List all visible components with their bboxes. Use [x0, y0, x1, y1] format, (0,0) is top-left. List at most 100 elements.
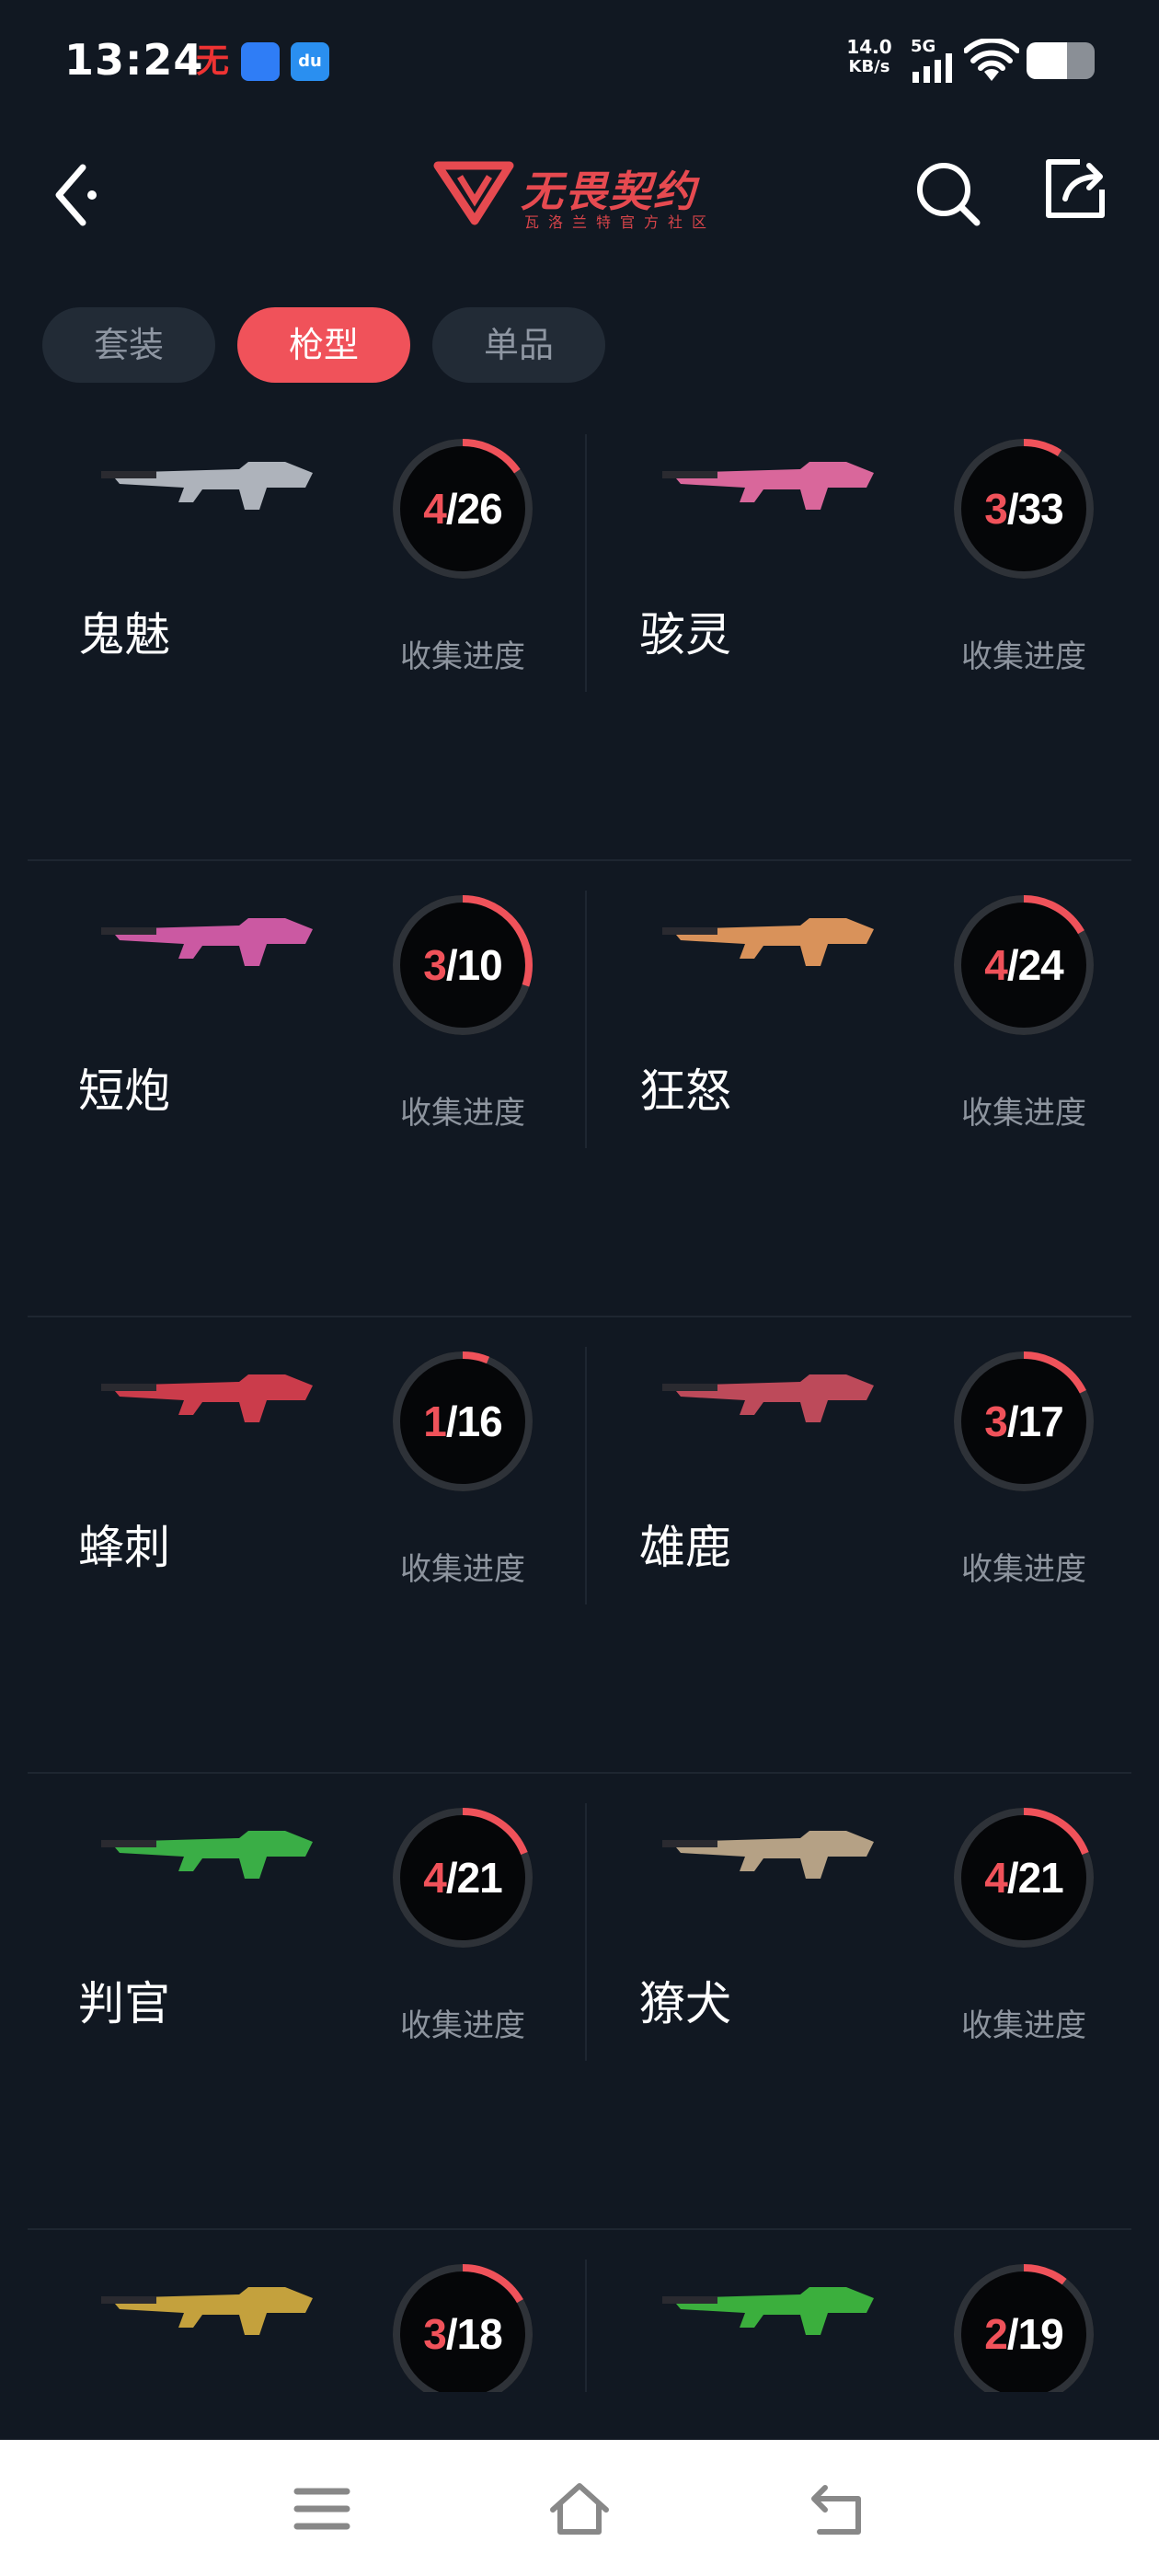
count-separator: / [1006, 1397, 1019, 1445]
menu-icon[interactable] [290, 2477, 354, 2541]
weapon-card[interactable]: 蜂刺 1/16 收集进度 [28, 1317, 570, 1722]
weapon-name: 狂怒 [639, 1064, 731, 1118]
game-app-icon: 无 [195, 42, 229, 80]
weapon-card[interactable]: 短炮 3/10 收集进度 [28, 861, 570, 1266]
count-separator: / [1006, 485, 1019, 533]
count-separator: / [445, 1397, 458, 1445]
weapon-card[interactable]: 2/19 [589, 2230, 1131, 2392]
collected-count: 4 [423, 485, 447, 533]
tab-suits[interactable]: 套装 [42, 307, 215, 383]
total-count: 21 [456, 1854, 503, 1902]
weapon-name: 短炮 [78, 1064, 170, 1118]
weapon-card[interactable]: 獠犬 4/21 收集进度 [589, 1774, 1131, 2179]
collected-count: 3 [423, 2310, 447, 2358]
weapon-card[interactable]: 判官 4/21 收集进度 [28, 1774, 570, 2179]
collected-count: 3 [423, 941, 447, 989]
net-speed: 14.0 KB/s [842, 37, 897, 77]
share-icon[interactable] [1043, 156, 1107, 221]
progress-label: 收集进度 [961, 2007, 1086, 2044]
progress-count: 3/18 [386, 2258, 539, 2392]
progress-label: 收集进度 [400, 2007, 525, 2044]
weapon-card[interactable]: 3/18 [28, 2230, 570, 2392]
collected-count: 3 [984, 485, 1008, 533]
message-app-icon [241, 42, 280, 81]
top-header: 无畏契约 瓦洛兰特官方社区 [0, 138, 1159, 248]
du-app-icon: du [291, 42, 329, 81]
back-return-icon[interactable] [805, 2477, 869, 2541]
logo-mark-icon [433, 161, 514, 225]
weapon-row: 3/18 2/19 [28, 2230, 1131, 2392]
system-nav-bar [0, 2440, 1159, 2576]
weapon-row: 判官 4/21 收集进度 獠犬 4/21 收集进度 [28, 1774, 1131, 2230]
home-icon[interactable] [547, 2477, 612, 2541]
weapon-name: 骇灵 [639, 608, 731, 661]
weapon-image [101, 462, 313, 510]
weapon-image [101, 918, 313, 966]
progress-label: 收集进度 [400, 1551, 525, 1588]
total-count: 26 [456, 485, 503, 533]
column-divider [585, 2260, 587, 2392]
tab-weapon-types[interactable]: 枪型 [237, 307, 410, 383]
collected-count: 3 [984, 1397, 1008, 1445]
total-count: 18 [456, 2310, 503, 2358]
weapon-card[interactable]: 骇灵 3/33 收集进度 [589, 405, 1131, 810]
weapon-row: 鬼魅 4/26 收集进度 骇灵 3/33 收集进度 [28, 405, 1131, 861]
column-divider [585, 891, 587, 1148]
battery-fill [1027, 42, 1068, 79]
tab-items[interactable]: 单品 [432, 307, 605, 383]
progress-count: 1/16 [386, 1345, 539, 1498]
total-count: 19 [1017, 2310, 1064, 2358]
battery-icon [1027, 42, 1095, 79]
total-count: 16 [456, 1397, 503, 1445]
weapon-image [662, 1374, 874, 1422]
count-separator: / [1006, 2310, 1019, 2358]
progress-label: 收集进度 [961, 638, 1086, 675]
logo-subtitle: 瓦洛兰特官方社区 [524, 213, 717, 231]
total-count: 21 [1017, 1854, 1064, 1902]
search-icon[interactable] [912, 158, 982, 228]
weapon-image [101, 1831, 313, 1879]
weapon-name: 雄鹿 [639, 1521, 731, 1574]
app-logo: 无畏契约 瓦洛兰特官方社区 [432, 156, 727, 231]
weapon-row: 短炮 3/10 收集进度 狂怒 4/24 收集进度 [28, 861, 1131, 1317]
total-count: 10 [456, 941, 503, 989]
back-arrow-icon[interactable] [46, 156, 101, 230]
weapon-grid: 鬼魅 4/26 收集进度 骇灵 3/33 收集进度 短炮 3/10 收集进度 狂怒 4/24 收集进度… [28, 405, 1131, 2392]
progress-label: 收集进度 [961, 1551, 1086, 1588]
progress-label: 收集进度 [400, 638, 525, 675]
weapon-card[interactable]: 狂怒 4/24 收集进度 [589, 861, 1131, 1266]
progress-count: 4/21 [386, 1801, 539, 1954]
collected-count: 2 [984, 2310, 1008, 2358]
weapon-image [101, 1374, 313, 1422]
weapon-name: 判官 [78, 1977, 170, 2030]
collected-count: 4 [984, 941, 1008, 989]
column-divider [585, 1347, 587, 1604]
weapon-card[interactable]: 雄鹿 3/17 收集进度 [589, 1317, 1131, 1722]
total-count: 33 [1017, 485, 1064, 533]
weapon-name: 獠犬 [639, 1977, 731, 2030]
weapon-image [662, 462, 874, 510]
progress-count: 2/19 [947, 2258, 1100, 2392]
net-speed-unit: KB/s [848, 57, 890, 76]
weapon-card[interactable]: 鬼魅 4/26 收集进度 [28, 405, 570, 810]
collected-count: 1 [423, 1397, 447, 1445]
count-separator: / [445, 485, 458, 533]
progress-label: 收集进度 [961, 1095, 1086, 1132]
progress-count: 3/17 [947, 1345, 1100, 1498]
column-divider [585, 1803, 587, 2061]
weapon-row: 蜂刺 1/16 收集进度 雄鹿 3/17 收集进度 [28, 1317, 1131, 1774]
total-count: 24 [1017, 941, 1064, 989]
progress-count: 4/21 [947, 1801, 1100, 1954]
progress-count: 4/24 [947, 889, 1100, 1041]
status-bar: 13:24 无 du 14.0 KB/s 5G [0, 0, 1159, 129]
status-time: 13:24 [64, 35, 204, 85]
signal-icon [912, 53, 952, 83]
count-separator: / [1006, 941, 1019, 989]
total-count: 17 [1017, 1397, 1064, 1445]
weapon-image [101, 2287, 313, 2335]
progress-count: 3/10 [386, 889, 539, 1041]
weapon-image [662, 918, 874, 966]
net-speed-value: 14.0 [846, 36, 892, 58]
weapon-image [662, 1831, 874, 1879]
count-separator: / [445, 2310, 458, 2358]
